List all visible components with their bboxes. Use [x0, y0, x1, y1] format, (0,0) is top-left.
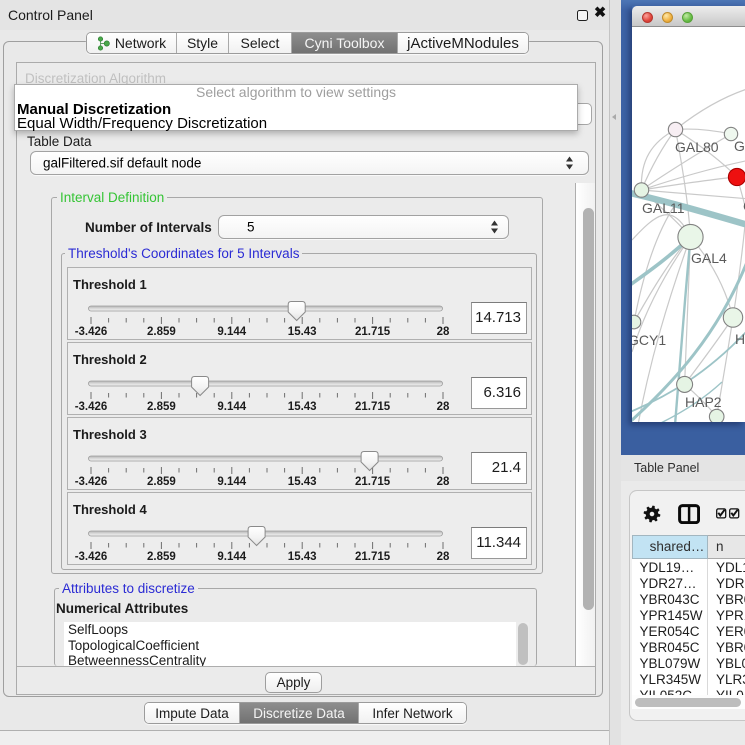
svg-text:15.43: 15.43: [288, 326, 317, 338]
svg-text:GAL4: GAL4: [691, 250, 727, 266]
svg-text:28: 28: [437, 401, 450, 413]
svg-text:21.715: 21.715: [355, 551, 391, 563]
svg-text:15.43: 15.43: [288, 476, 317, 488]
svg-text:2.859: 2.859: [147, 401, 176, 413]
svg-text:2.859: 2.859: [147, 476, 176, 488]
svg-text:2.859: 2.859: [147, 326, 176, 338]
svg-text:21.715: 21.715: [355, 326, 391, 338]
svg-text:H: H: [735, 331, 745, 347]
svg-text:28: 28: [437, 326, 450, 338]
svg-text:9.144: 9.144: [217, 476, 246, 488]
svg-text:HAP2: HAP2: [685, 394, 722, 410]
svg-text:15.43: 15.43: [288, 401, 317, 413]
svg-text:GCY1: GCY1: [632, 332, 666, 348]
svg-text:9.144: 9.144: [217, 401, 246, 413]
svg-text:9.144: 9.144: [217, 551, 246, 563]
svg-text:28: 28: [437, 551, 450, 563]
svg-text:2.859: 2.859: [147, 551, 176, 563]
svg-text:GA: GA: [734, 138, 745, 154]
svg-text:-3.426: -3.426: [75, 401, 108, 413]
svg-text:-3.426: -3.426: [75, 476, 108, 488]
svg-text:-3.426: -3.426: [75, 551, 108, 563]
svg-text:9.144: 9.144: [217, 326, 246, 338]
svg-text:21.715: 21.715: [355, 476, 391, 488]
svg-text:GAL80: GAL80: [675, 139, 719, 155]
svg-text:GAL11: GAL11: [642, 200, 685, 216]
svg-text:15.43: 15.43: [288, 551, 317, 563]
svg-text:28: 28: [437, 476, 450, 488]
svg-text:21.715: 21.715: [355, 401, 391, 413]
svg-text:-3.426: -3.426: [75, 326, 108, 338]
